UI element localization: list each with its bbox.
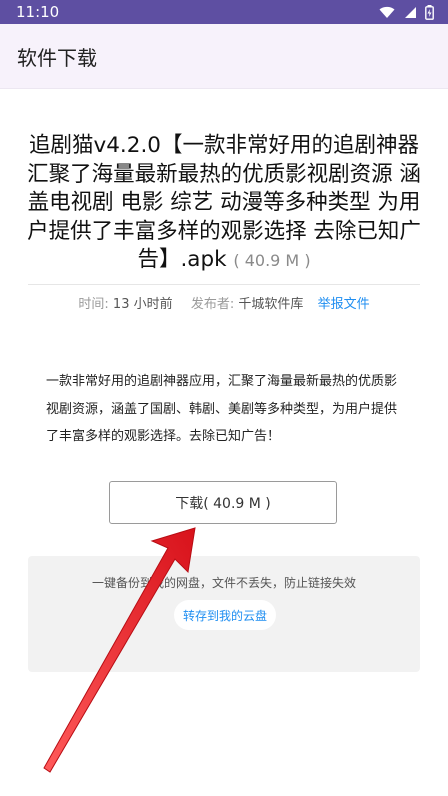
cloud-message: 一键备份到我的网盘，文件不丢失，防止链接失效 bbox=[91, 576, 356, 590]
app-bar-divider bbox=[0, 88, 448, 89]
file-description: 一款非常好用的追剧神器应用，汇聚了海量最新最热的优质影视剧资源，涵盖了国剧、韩剧… bbox=[46, 374, 398, 444]
publisher-value: 千城软件库 bbox=[238, 297, 304, 312]
status-bar: 11:10 bbox=[0, 0, 448, 24]
cloud-backup-panel: 一键备份到我的网盘，文件不丢失，防止链接失效 转存到我的云盘 bbox=[28, 556, 420, 672]
app-bar: 软件下载 bbox=[0, 24, 448, 88]
save-to-cloud-button[interactable]: 转存到我的云盘 bbox=[174, 600, 276, 630]
status-icons bbox=[379, 4, 434, 20]
page-title: 软件下载 bbox=[17, 45, 97, 70]
title-divider bbox=[28, 284, 420, 285]
battery-icon bbox=[425, 4, 434, 20]
file-name: 追剧猫v4.2.0【一款非常好用的追剧神器 汇聚了海量最新最热的优质影视剧资源 … bbox=[27, 133, 421, 272]
file-title: 追剧猫v4.2.0【一款非常好用的追剧神器 汇聚了海量最新最热的优质影视剧资源 … bbox=[26, 132, 422, 276]
file-size: ( 40.9 M ) bbox=[233, 251, 311, 270]
time-value: 13 小时前 bbox=[112, 297, 173, 312]
wifi-icon bbox=[379, 6, 395, 18]
download-button[interactable]: 下载( 40.9 M ) bbox=[109, 481, 337, 524]
file-meta: 时间: 13 小时前 发布者: 千城软件库 举报文件 bbox=[0, 293, 448, 312]
signal-icon bbox=[405, 6, 416, 18]
report-link[interactable]: 举报文件 bbox=[318, 297, 370, 312]
time-label: 时间: bbox=[78, 297, 109, 312]
status-time: 11:10 bbox=[16, 3, 60, 21]
publisher-label: 发布者: bbox=[190, 297, 235, 312]
